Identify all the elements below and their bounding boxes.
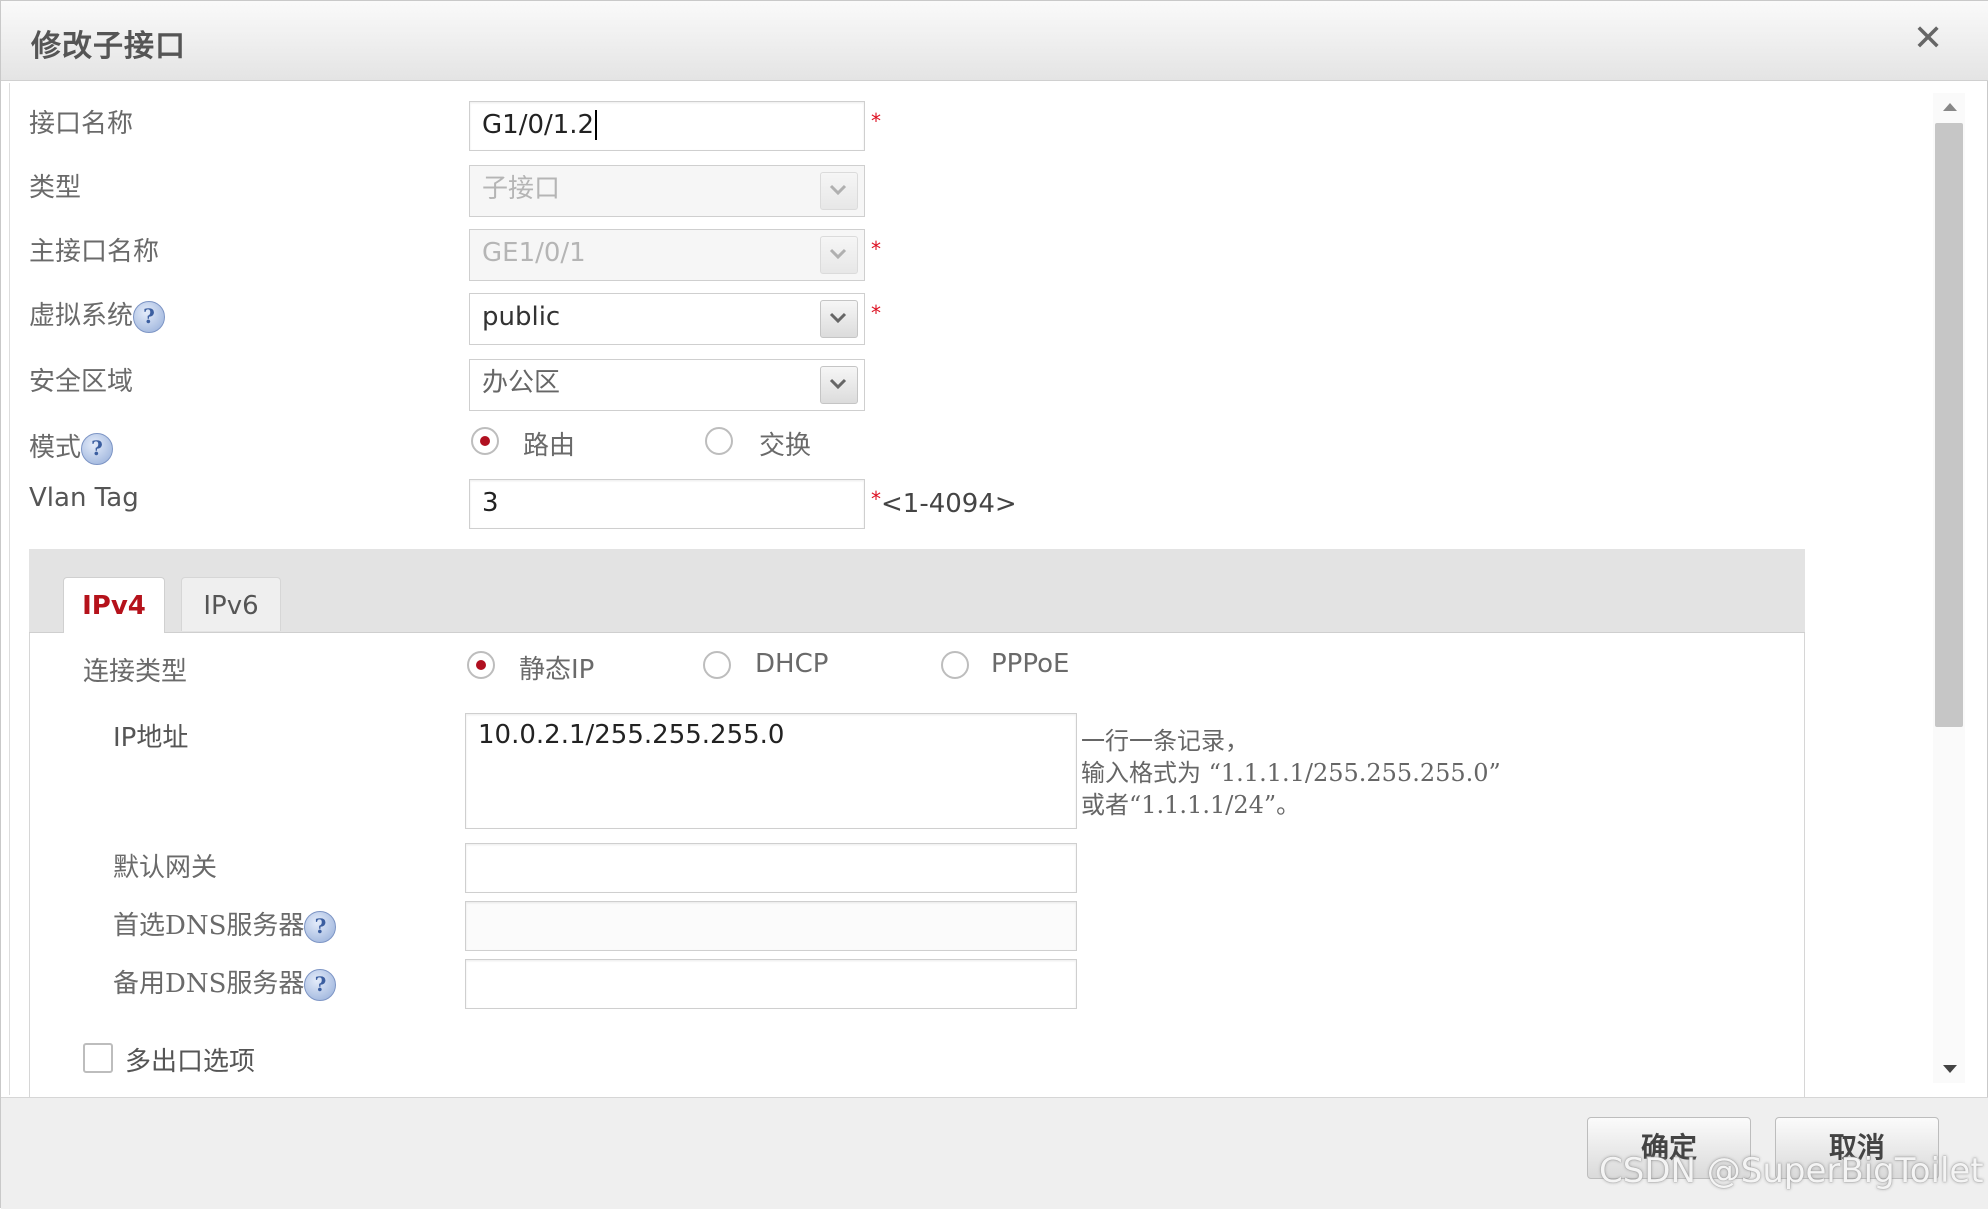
scroll-up-icon[interactable] bbox=[1943, 97, 1957, 116]
help-icon[interactable]: ? bbox=[304, 911, 337, 943]
mode-switching-radio[interactable] bbox=[705, 427, 733, 455]
ip-hint-line-1: 一行一条记录， bbox=[1081, 727, 1249, 755]
mode-routing-radio[interactable] bbox=[471, 427, 499, 455]
help-icon[interactable]: ? bbox=[304, 969, 337, 1001]
security-zone-label: 安全区域 bbox=[29, 367, 134, 397]
preferred-dns-label-text: 首选DNS服务器 bbox=[113, 911, 305, 941]
alternate-dns-label-text: 备用DNS服务器 bbox=[113, 969, 305, 999]
dialog-titlebar bbox=[1, 1, 1988, 81]
scrollbar-thumb[interactable] bbox=[1935, 123, 1963, 727]
alternate-dns-input[interactable] bbox=[465, 959, 1077, 1009]
tab-ipv6[interactable]: IPv6 bbox=[181, 577, 281, 631]
modify-subinterface-dialog: 修改子接口 ✕ 接口名称 G1/0/1.2 * 类型 子接口 主接口名称 GE1… bbox=[0, 0, 1988, 1209]
mode-switching-label: 交换 bbox=[759, 431, 812, 461]
required-marker: * bbox=[871, 301, 881, 325]
virtual-system-label-text: 虚拟系统 bbox=[29, 301, 134, 331]
ip-address-value: 10.0.2.1/255.255.255.0 bbox=[478, 720, 785, 750]
virtual-system-select[interactable]: public bbox=[469, 293, 865, 345]
security-zone-select[interactable]: 办公区 bbox=[469, 359, 865, 411]
chevron-down-icon bbox=[820, 172, 858, 210]
ip-hint-line-2: 输入格式为 “1.1.1.1/255.255.255.0” bbox=[1081, 759, 1501, 787]
chevron-down-icon[interactable] bbox=[820, 300, 858, 338]
vlan-tag-label: Vlan Tag bbox=[29, 483, 139, 513]
mode-label-text: 模式 bbox=[29, 433, 82, 463]
vlan-tag-value: 3 bbox=[482, 488, 499, 518]
watermark: CSDN @SuperBigToilet bbox=[1599, 1151, 1984, 1191]
mode-routing-label: 路由 bbox=[523, 431, 576, 461]
type-label: 类型 bbox=[29, 173, 82, 203]
ip-address-textarea[interactable]: 10.0.2.1/255.255.255.0 bbox=[465, 713, 1077, 829]
default-gateway-label: 默认网关 bbox=[113, 853, 218, 883]
main-interface-value: GE1/0/1 bbox=[482, 238, 586, 268]
default-gateway-input[interactable] bbox=[465, 843, 1077, 893]
help-icon[interactable]: ? bbox=[81, 433, 114, 465]
alternate-dns-label: 备用DNS服务器? bbox=[113, 963, 337, 1001]
main-interface-label: 主接口名称 bbox=[29, 237, 160, 267]
scroll-down-icon[interactable] bbox=[1943, 1059, 1957, 1078]
chevron-down-icon bbox=[820, 236, 858, 274]
conn-dhcp-radio[interactable] bbox=[703, 651, 731, 679]
multi-egress-label: 多出口选项 bbox=[125, 1047, 256, 1077]
interface-name-label: 接口名称 bbox=[29, 109, 134, 139]
type-value: 子接口 bbox=[482, 174, 561, 204]
ip-tabbar bbox=[29, 549, 1805, 633]
ip-config-panel bbox=[29, 549, 1805, 1109]
preferred-dns-input[interactable] bbox=[465, 901, 1077, 951]
ip-address-label: IP地址 bbox=[113, 723, 189, 753]
preferred-dns-label: 首选DNS服务器? bbox=[113, 905, 337, 943]
required-marker: * bbox=[871, 237, 881, 261]
interface-name-value: G1/0/1.2 bbox=[482, 110, 595, 140]
virtual-system-label: 虚拟系统? bbox=[29, 295, 166, 333]
security-zone-value: 办公区 bbox=[482, 368, 561, 398]
vlan-tag-input[interactable]: 3 bbox=[469, 479, 865, 529]
required-marker: * bbox=[871, 109, 881, 133]
text-cursor bbox=[595, 110, 598, 140]
help-icon[interactable]: ? bbox=[133, 301, 166, 333]
mode-label: 模式? bbox=[29, 427, 114, 465]
ip-hint-line-3: 或者“1.1.1.1/24”。 bbox=[1081, 791, 1301, 819]
conn-static-ip-radio[interactable] bbox=[467, 651, 495, 679]
multi-egress-checkbox[interactable] bbox=[83, 1043, 113, 1073]
connection-type-label: 连接类型 bbox=[83, 657, 188, 687]
main-interface-select: GE1/0/1 bbox=[469, 229, 865, 281]
dialog-title: 修改子接口 bbox=[31, 29, 186, 64]
tab-ipv4[interactable]: IPv4 bbox=[63, 577, 165, 633]
conn-dhcp-label: DHCP bbox=[755, 649, 829, 679]
required-marker: * bbox=[871, 487, 881, 511]
chevron-down-icon[interactable] bbox=[820, 366, 858, 404]
interface-name-input[interactable]: G1/0/1.2 bbox=[469, 101, 865, 151]
conn-pppoe-radio[interactable] bbox=[941, 651, 969, 679]
vlan-range-hint: <1-4094> bbox=[881, 489, 1017, 519]
type-select: 子接口 bbox=[469, 165, 865, 217]
conn-static-ip-label: 静态IP bbox=[519, 655, 595, 685]
close-icon[interactable]: ✕ bbox=[1913, 19, 1943, 59]
virtual-system-value: public bbox=[482, 302, 561, 332]
conn-pppoe-label: PPPoE bbox=[991, 649, 1070, 679]
